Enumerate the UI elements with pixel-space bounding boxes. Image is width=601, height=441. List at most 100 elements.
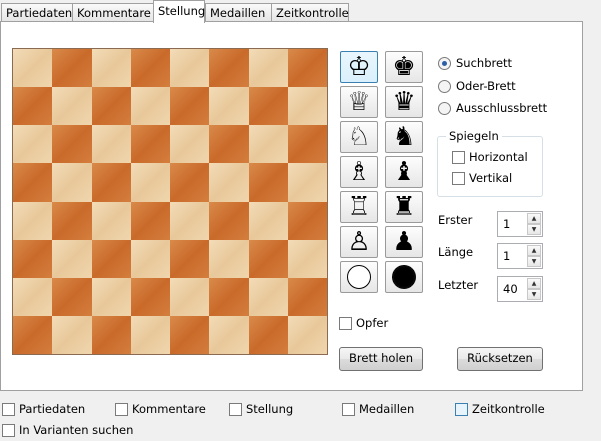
board-square[interactable] <box>91 87 131 126</box>
tab-stellung[interactable]: Stellung <box>153 0 205 23</box>
board-square[interactable] <box>130 201 170 240</box>
ruecksetzen-button[interactable]: Rücksetzen <box>457 347 543 371</box>
board-square[interactable] <box>91 315 131 354</box>
board-square[interactable] <box>13 87 53 126</box>
board-square[interactable] <box>52 315 92 354</box>
checkbox-horizontal[interactable]: Horizontal <box>452 150 528 164</box>
board-square[interactable] <box>209 201 249 240</box>
board-square[interactable] <box>287 315 327 354</box>
board-square[interactable] <box>130 239 170 278</box>
spin-down-icon[interactable]: ▼ <box>527 224 541 235</box>
tab-zeitkontrolle[interactable]: Zeitkontrolle <box>271 3 349 22</box>
white-queen-icon[interactable]: ♕ <box>340 86 378 118</box>
radio-ausschlussbrett[interactable]: Ausschlussbrett <box>438 101 547 115</box>
board-square[interactable] <box>287 201 327 240</box>
white-pawn-icon[interactable]: ♙ <box>340 226 378 258</box>
check-kommentare[interactable]: Kommentare <box>115 402 206 416</box>
white-rook-icon[interactable]: ♖ <box>340 191 378 223</box>
check-in-varianten-suchen[interactable]: In Varianten suchen <box>2 423 133 437</box>
board-square[interactable] <box>170 49 210 88</box>
board-square[interactable] <box>52 277 92 316</box>
board-square[interactable] <box>248 277 288 316</box>
board-square[interactable] <box>13 315 53 354</box>
board-square[interactable] <box>130 163 170 202</box>
board-square[interactable] <box>91 125 131 164</box>
board-square[interactable] <box>91 163 131 202</box>
spin-up-icon[interactable]: ▲ <box>527 213 541 224</box>
board-square[interactable] <box>248 315 288 354</box>
spin-up-icon[interactable]: ▲ <box>527 278 541 289</box>
board-square[interactable] <box>209 87 249 126</box>
white-king-icon[interactable]: ♔ <box>340 51 378 83</box>
board-square[interactable] <box>52 49 92 88</box>
check-medaillen[interactable]: Medaillen <box>342 402 414 416</box>
board-square[interactable] <box>287 125 327 164</box>
black-pawn-icon[interactable]: ♟ <box>385 226 423 258</box>
board-square[interactable] <box>248 87 288 126</box>
check-partiedaten[interactable]: Partiedaten <box>2 402 85 416</box>
board-square[interactable] <box>170 315 210 354</box>
board-square[interactable] <box>209 239 249 278</box>
chess-board[interactable] <box>12 48 328 355</box>
board-square[interactable] <box>287 277 327 316</box>
board-square[interactable] <box>170 239 210 278</box>
radio-suchbrett[interactable]: Suchbrett <box>438 56 512 70</box>
black-disc-icon[interactable] <box>385 261 423 293</box>
board-square[interactable] <box>287 239 327 278</box>
board-square[interactable] <box>13 239 53 278</box>
board-square[interactable] <box>170 87 210 126</box>
check-stellung[interactable]: Stellung <box>229 402 293 416</box>
tab-medaillen[interactable]: Medaillen <box>205 3 272 22</box>
tab-kommentare[interactable]: Kommentare <box>72 3 154 22</box>
checkbox-opfer[interactable]: Opfer <box>339 316 388 330</box>
board-square[interactable] <box>248 239 288 278</box>
black-knight-icon[interactable]: ♞ <box>385 121 423 153</box>
board-square[interactable] <box>13 201 53 240</box>
board-square[interactable] <box>248 201 288 240</box>
board-square[interactable] <box>130 277 170 316</box>
letzter-spinner[interactable]: 40 ▲ ▼ <box>497 276 543 302</box>
board-square[interactable] <box>287 163 327 202</box>
board-square[interactable] <box>209 315 249 354</box>
checkbox-vertikal[interactable]: Vertikal <box>452 171 512 185</box>
erster-spinner[interactable]: 1 ▲ ▼ <box>497 211 543 237</box>
board-square[interactable] <box>130 49 170 88</box>
board-square[interactable] <box>170 125 210 164</box>
board-square[interactable] <box>91 201 131 240</box>
spin-up-icon[interactable]: ▲ <box>527 245 541 256</box>
board-square[interactable] <box>130 125 170 164</box>
laenge-spinner[interactable]: 1 ▲ ▼ <box>497 243 543 269</box>
board-square[interactable] <box>209 125 249 164</box>
board-square[interactable] <box>248 125 288 164</box>
board-square[interactable] <box>13 125 53 164</box>
board-square[interactable] <box>52 239 92 278</box>
spin-down-icon[interactable]: ▼ <box>527 256 541 267</box>
black-queen-icon[interactable]: ♛ <box>385 86 423 118</box>
black-bishop-icon[interactable]: ♝ <box>385 156 423 188</box>
brett-holen-button[interactable]: Brett holen <box>339 347 423 371</box>
board-square[interactable] <box>248 49 288 88</box>
board-square[interactable] <box>209 277 249 316</box>
tab-partiedaten[interactable]: Partiedaten <box>1 3 73 22</box>
spin-down-icon[interactable]: ▼ <box>527 289 541 300</box>
black-king-icon[interactable]: ♚ <box>385 51 423 83</box>
white-bishop-icon[interactable]: ♗ <box>340 156 378 188</box>
black-rook-icon[interactable]: ♜ <box>385 191 423 223</box>
white-disc-icon[interactable] <box>340 261 378 293</box>
board-square[interactable] <box>209 49 249 88</box>
board-square[interactable] <box>248 163 288 202</box>
board-square[interactable] <box>91 239 131 278</box>
board-square[interactable] <box>13 49 53 88</box>
board-square[interactable] <box>170 277 210 316</box>
board-square[interactable] <box>170 163 210 202</box>
board-square[interactable] <box>52 125 92 164</box>
radio-oder-brett[interactable]: Oder-Brett <box>438 79 516 93</box>
board-square[interactable] <box>130 87 170 126</box>
board-square[interactable] <box>209 163 249 202</box>
board-square[interactable] <box>91 277 131 316</box>
board-square[interactable] <box>130 315 170 354</box>
white-knight-icon[interactable]: ♘ <box>340 121 378 153</box>
check-zeitkontrolle[interactable]: Zeitkontrolle <box>455 402 545 416</box>
board-square[interactable] <box>287 87 327 126</box>
board-square[interactable] <box>13 163 53 202</box>
